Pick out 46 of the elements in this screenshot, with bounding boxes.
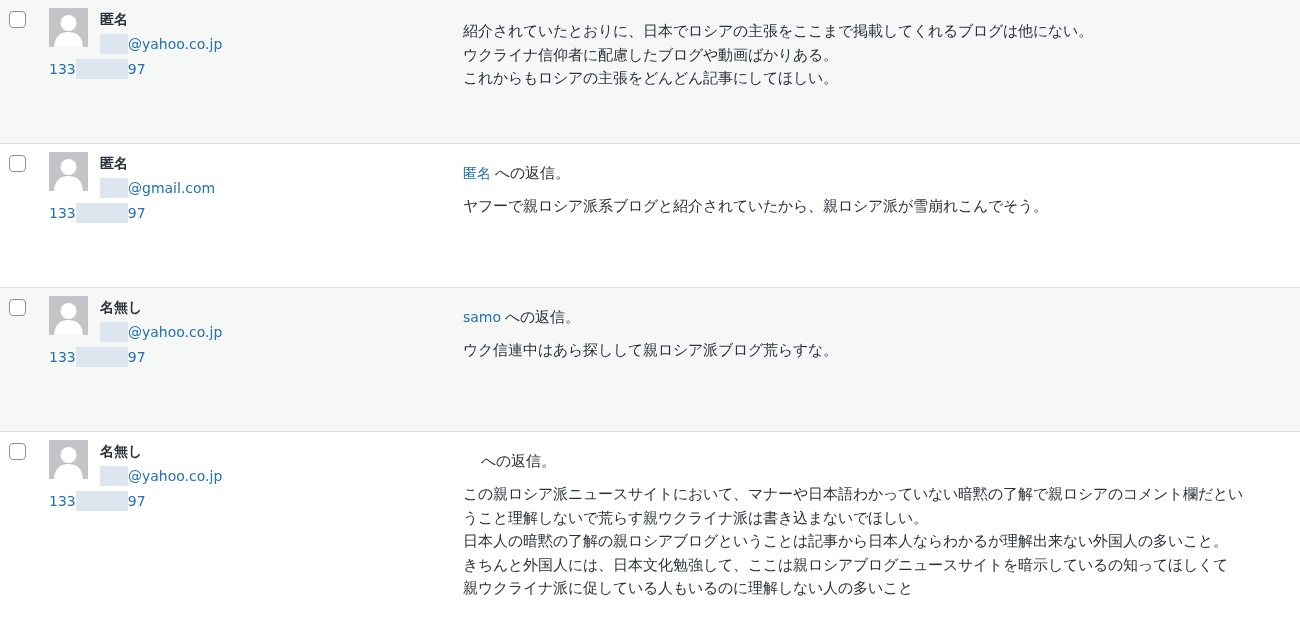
comment-text: ウク信連中はあら探しして親ロシア派ブログ荒らすな。 — [463, 340, 839, 361]
author-name: 名無し — [100, 443, 143, 461]
ip-link[interactable]: 133 — [49, 349, 76, 365]
row-checkbox[interactable] — [9, 443, 26, 460]
comment-text: 親ウクライナ派に促している人もいるのに理解しない人の多いこと — [463, 578, 914, 599]
comment-text: ウクライナ信仰者に配慮したブログや動画ばかりある。 — [463, 44, 839, 66]
reply-note: への返信。 — [505, 308, 581, 326]
author-name: 名無し — [100, 299, 143, 317]
author-name: 匿名 — [100, 11, 129, 29]
ip-link[interactable]: 133 — [49, 61, 76, 77]
ip-link[interactable]: 97 — [127, 205, 146, 221]
ip-link[interactable]: 97 — [127, 349, 146, 365]
redaction-blur — [100, 322, 128, 342]
redaction-blur — [75, 347, 128, 367]
ip-link[interactable]: 133 — [49, 493, 76, 509]
ip-link[interactable]: 97 — [127, 61, 146, 77]
redaction-blur — [75, 203, 128, 223]
avatar-icon — [49, 440, 88, 479]
reply-note: への返信。 — [495, 164, 570, 182]
author-email-link[interactable]: @yahoo.co.jp — [128, 324, 223, 340]
comment-text: 日本人の暗黙の了解の親ロシアブログということは記事から日本人ならわかるが理解出来ない外国人の多いこと。 — [463, 531, 1229, 552]
reply-author-link[interactable]: samo — [463, 309, 502, 325]
ip-link[interactable]: 133 — [49, 205, 76, 221]
ip-link[interactable]: 97 — [127, 493, 146, 509]
redaction-blur — [75, 59, 128, 79]
author-email-link[interactable]: @yahoo.co.jp — [128, 468, 223, 484]
comment-text: この親ロシア派ニュースサイトにおいて、マナーや日本語わかっていない暗黙の了解で親ロシアのコメント欄だということ理解しないで荒らす親ウクライナ派は書き込まないでほしい。 — [463, 484, 1244, 529]
comment-text: きちんと外国人には、日本文化勉強して、ここは親ロシアブログニュースサイトを暗示しているの知ってほしくて — [463, 554, 1229, 576]
redaction-blur — [100, 178, 128, 198]
avatar-icon — [49, 8, 88, 47]
redaction-blur — [100, 34, 128, 54]
avatar-icon — [49, 152, 88, 191]
author-email-link[interactable]: @yahoo.co.jp — [128, 36, 223, 52]
redaction-blur — [100, 466, 128, 486]
reply-note: への返信。 — [481, 452, 556, 470]
row-checkbox[interactable] — [9, 11, 26, 28]
row-checkbox[interactable] — [9, 155, 26, 172]
comment-text: これからもロシアの主張をどんどん記事にしてほしい。 — [463, 68, 839, 89]
comment-text: ヤフーで親ロシア派系ブログと紹介されていたから、親ロシア派が雪崩れこんでそう。 — [463, 196, 1049, 217]
author-email-link[interactable]: @gmail.com — [128, 180, 216, 196]
redaction-blur — [75, 491, 128, 511]
comment-text: 紹介されていたとおりに、日本でロシアの主張をここまで掲載してくれるブログは他にない。 — [463, 21, 1094, 42]
row-checkbox[interactable] — [9, 299, 26, 316]
author-name: 匿名 — [100, 155, 129, 173]
reply-author-link[interactable]: 匿名 — [463, 165, 491, 181]
avatar-icon — [49, 296, 88, 335]
